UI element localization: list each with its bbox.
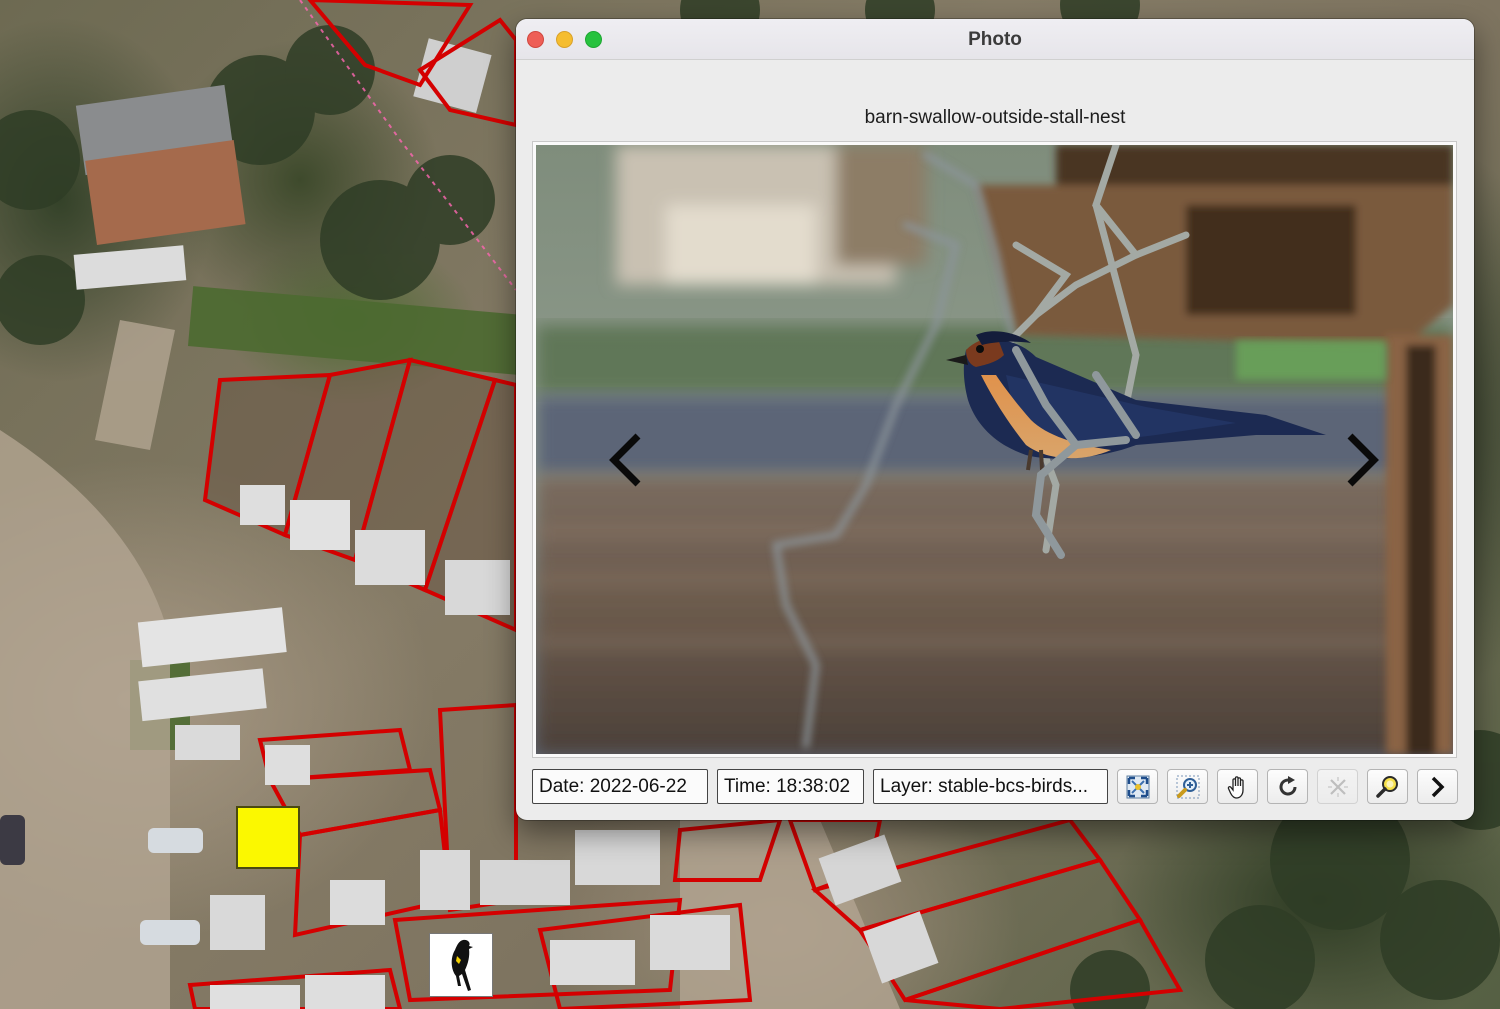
clear-button[interactable] [1317,769,1358,804]
locate-icon [1375,775,1398,798]
photo-window: Photo barn-swallow-outside-stall-nest Da… [516,19,1474,820]
bird-marker[interactable] [429,933,493,997]
window-title: Photo [968,29,1022,50]
selected-feature-marker[interactable] [236,806,300,869]
rotate-button[interactable] [1267,769,1308,804]
zoom-in-icon [1176,775,1199,798]
photo-name: barn-swallow-outside-stall-nest [864,107,1126,128]
layer-field: Layer: stable-bcs-birds... [873,769,1108,804]
clear-icon [1327,776,1348,797]
date-field: Date: 2022-06-22 [532,769,708,804]
rotate-icon [1279,775,1296,795]
chevron-right-icon [1431,776,1444,797]
next-photo-button[interactable] [1342,430,1382,490]
photo-viewer[interactable] [532,141,1457,758]
blackbird-icon [451,939,473,991]
fit-icon [1126,775,1149,798]
time-field: Time: 18:38:02 [717,769,864,804]
chevron-right-icon [1347,433,1379,487]
fit-to-window-button[interactable] [1117,769,1158,804]
title-bar[interactable]: Photo [516,19,1474,60]
chevron-left-icon [609,433,641,487]
pan-button[interactable] [1217,769,1258,804]
zoom-button[interactable] [1167,769,1208,804]
hand-icon [1227,775,1244,799]
locate-button[interactable] [1367,769,1408,804]
previous-photo-button[interactable] [606,430,646,490]
bird-photo [536,145,1453,754]
next-button[interactable] [1417,769,1458,804]
